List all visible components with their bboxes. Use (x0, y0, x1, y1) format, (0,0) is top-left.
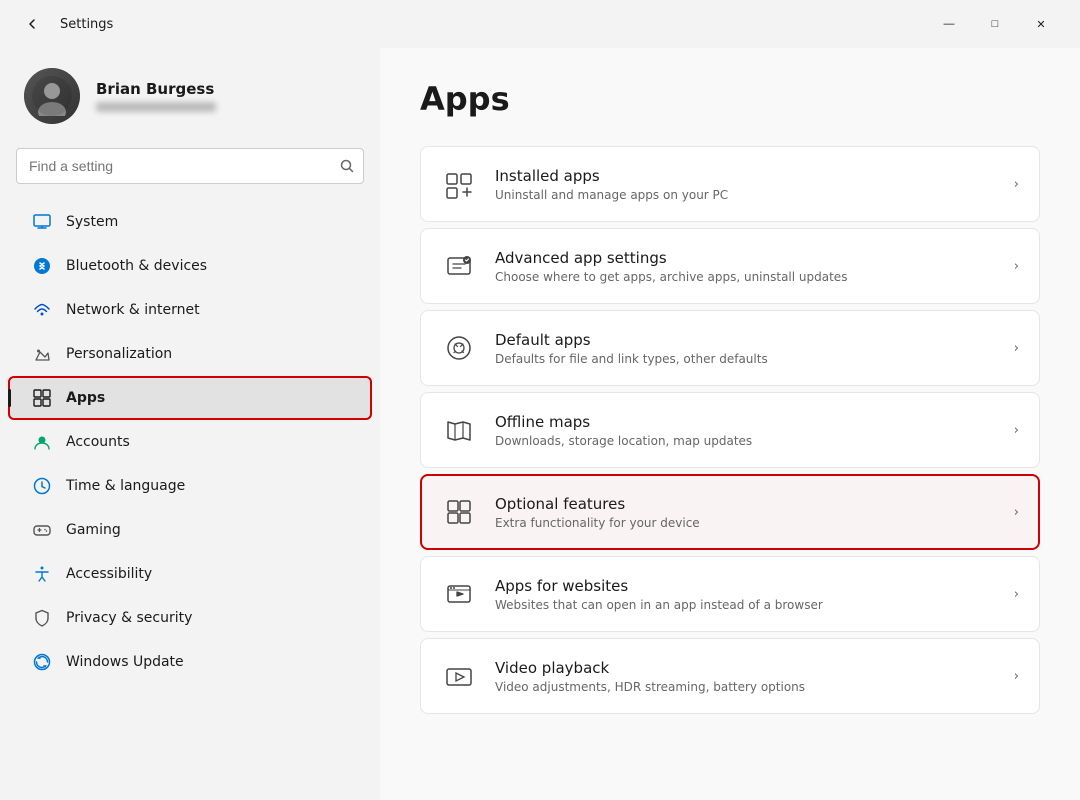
sidebar-item-update[interactable]: Windows Update (8, 640, 372, 684)
settings-item-video-playback[interactable]: Video playback Video adjustments, HDR st… (420, 638, 1040, 714)
sidebar-label-system: System (66, 214, 118, 230)
optional-features-text: Optional features Extra functionality fo… (495, 495, 996, 530)
optional-features-title: Optional features (495, 495, 996, 513)
search-icon (340, 159, 354, 173)
title-bar-left: Settings (16, 8, 113, 40)
chevron-icon-6: › (1014, 669, 1019, 684)
settings-item-advanced-app[interactable]: Advanced app settings Choose where to ge… (420, 228, 1040, 304)
video-playback-icon (441, 658, 477, 694)
sidebar-item-apps[interactable]: Apps (8, 376, 372, 420)
search-box (16, 148, 364, 184)
sidebar-item-accessibility[interactable]: Accessibility (8, 552, 372, 596)
title-bar: Settings — □ ✕ (0, 0, 1080, 48)
close-button[interactable]: ✕ (1018, 8, 1064, 40)
optional-features-desc: Extra functionality for your device (495, 516, 996, 530)
installed-apps-icon (441, 166, 477, 202)
window-title: Settings (60, 17, 113, 32)
personalization-icon (32, 344, 52, 364)
system-icon (32, 212, 52, 232)
sidebar-item-time[interactable]: Time & language (8, 464, 372, 508)
maximize-button[interactable]: □ (972, 8, 1018, 40)
apps-websites-title: Apps for websites (495, 577, 996, 595)
chevron-icon-4: › (1014, 505, 1019, 520)
chevron-icon-0: › (1014, 177, 1019, 192)
privacy-icon (32, 608, 52, 628)
page-title: Apps (420, 80, 1040, 118)
optional-features-icon (441, 494, 477, 530)
sidebar-label-apps: Apps (66, 390, 105, 406)
installed-apps-title: Installed apps (495, 167, 996, 185)
default-apps-title: Default apps (495, 331, 996, 349)
avatar (24, 68, 80, 124)
settings-item-installed-apps[interactable]: Installed apps Uninstall and manage apps… (420, 146, 1040, 222)
settings-list: Installed apps Uninstall and manage apps… (420, 146, 1040, 714)
settings-item-default-apps[interactable]: Default apps Defaults for file and link … (420, 310, 1040, 386)
sidebar-label-network: Network & internet (66, 302, 200, 318)
sidebar-item-accounts[interactable]: Accounts (8, 420, 372, 464)
video-playback-desc: Video adjustments, HDR streaming, batter… (495, 680, 996, 694)
minimize-button[interactable]: — (926, 8, 972, 40)
back-button[interactable] (16, 8, 48, 40)
user-info: Brian Burgess (96, 80, 216, 112)
apps-icon (32, 388, 52, 408)
chevron-icon-1: › (1014, 259, 1019, 274)
advanced-app-desc: Choose where to get apps, archive apps, … (495, 270, 996, 284)
apps-websites-desc: Websites that can open in an app instead… (495, 598, 996, 612)
time-icon (32, 476, 52, 496)
accessibility-icon (32, 564, 52, 584)
sidebar-label-bluetooth: Bluetooth & devices (66, 258, 207, 274)
offline-maps-text: Offline maps Downloads, storage location… (495, 413, 996, 448)
sidebar-item-gaming[interactable]: Gaming (8, 508, 372, 552)
sidebar-label-accounts: Accounts (66, 434, 130, 450)
offline-maps-icon (441, 412, 477, 448)
bluetooth-icon (32, 256, 52, 276)
main-content: Apps Installed apps Uninstall (380, 48, 1080, 800)
gaming-icon (32, 520, 52, 540)
sidebar-label-gaming: Gaming (66, 522, 121, 538)
default-apps-text: Default apps Defaults for file and link … (495, 331, 996, 366)
sidebar-label-privacy: Privacy & security (66, 610, 192, 626)
sidebar-item-system[interactable]: System (8, 200, 372, 244)
sidebar-item-network[interactable]: Network & internet (8, 288, 372, 332)
sidebar-item-personalization[interactable]: Personalization (8, 332, 372, 376)
user-section: Brian Burgess (0, 48, 380, 148)
chevron-icon-3: › (1014, 423, 1019, 438)
sidebar-label-time: Time & language (66, 478, 185, 494)
offline-maps-title: Offline maps (495, 413, 996, 431)
apps-websites-icon (441, 576, 477, 612)
installed-apps-desc: Uninstall and manage apps on your PC (495, 188, 996, 202)
video-playback-text: Video playback Video adjustments, HDR st… (495, 659, 996, 694)
network-icon (32, 300, 52, 320)
default-apps-desc: Defaults for file and link types, other … (495, 352, 996, 366)
sidebar-label-update: Windows Update (66, 654, 184, 670)
video-playback-title: Video playback (495, 659, 996, 677)
chevron-icon-2: › (1014, 341, 1019, 356)
settings-item-offline-maps[interactable]: Offline maps Downloads, storage location… (420, 392, 1040, 468)
sidebar-label-personalization: Personalization (66, 346, 172, 362)
search-input[interactable] (16, 148, 364, 184)
chevron-icon-5: › (1014, 587, 1019, 602)
update-icon (32, 652, 52, 672)
user-name: Brian Burgess (96, 80, 216, 98)
sidebar: Brian Burgess (0, 48, 380, 800)
apps-websites-text: Apps for websites Websites that can open… (495, 577, 996, 612)
advanced-app-icon (441, 248, 477, 284)
settings-item-optional-features[interactable]: Optional features Extra functionality fo… (420, 474, 1040, 550)
default-apps-icon (441, 330, 477, 366)
advanced-app-text: Advanced app settings Choose where to ge… (495, 249, 996, 284)
accounts-icon (32, 432, 52, 452)
settings-window: Settings — □ ✕ (0, 0, 1080, 800)
sidebar-item-privacy[interactable]: Privacy & security (8, 596, 372, 640)
settings-item-apps-websites[interactable]: Apps for websites Websites that can open… (420, 556, 1040, 632)
sidebar-item-bluetooth[interactable]: Bluetooth & devices (8, 244, 372, 288)
sidebar-label-accessibility: Accessibility (66, 566, 152, 582)
offline-maps-desc: Downloads, storage location, map updates (495, 434, 996, 448)
window-controls: — □ ✕ (926, 8, 1064, 40)
advanced-app-title: Advanced app settings (495, 249, 996, 267)
content-area: Brian Burgess (0, 48, 1080, 800)
installed-apps-text: Installed apps Uninstall and manage apps… (495, 167, 996, 202)
user-email (96, 102, 216, 112)
